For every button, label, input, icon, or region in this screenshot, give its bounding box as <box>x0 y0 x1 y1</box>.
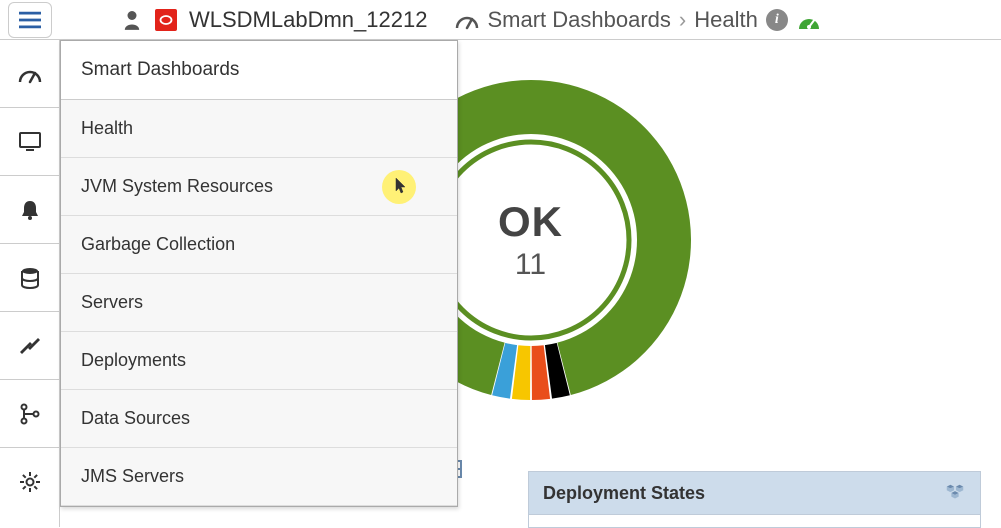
top-bar: WLSDMLabDmn_12212 Smart Dashboards › Hea… <box>0 0 1001 40</box>
rail-item-alerts[interactable] <box>0 176 59 244</box>
rail-item-monitor[interactable] <box>0 108 59 176</box>
tools-icon <box>18 334 42 358</box>
cubes-icon[interactable] <box>944 482 966 504</box>
info-icon[interactable]: i <box>766 9 788 31</box>
dashboard-icon <box>18 62 42 86</box>
icon-rail <box>0 40 60 527</box>
breadcrumb-section[interactable]: Smart Dashboards <box>487 7 670 33</box>
vendor-badge <box>155 9 177 31</box>
breadcrumb: Smart Dashboards › Health i <box>455 7 821 33</box>
donut-status-label: OK <box>498 198 563 246</box>
cursor-highlight <box>382 170 416 204</box>
breadcrumb-page[interactable]: Health <box>694 7 758 33</box>
branch-icon <box>18 402 42 426</box>
database-icon <box>18 266 42 290</box>
monitor-icon <box>18 130 42 154</box>
flyout-item-servers[interactable]: Servers <box>61 274 457 332</box>
gear-icon <box>18 470 42 494</box>
rail-item-data[interactable] <box>0 244 59 312</box>
rail-item-branch[interactable] <box>0 380 59 448</box>
menu-toggle-button[interactable] <box>8 2 52 38</box>
rail-item-tools[interactable] <box>0 312 59 380</box>
user-icon <box>123 10 141 30</box>
flyout-item-health[interactable]: Health <box>61 100 457 158</box>
dashboard-icon <box>455 10 479 30</box>
donut-status-count: 11 <box>498 248 563 282</box>
smart-dashboards-flyout: Smart Dashboards HealthJVM System Resour… <box>60 40 458 507</box>
bell-icon <box>18 198 42 222</box>
hamburger-icon <box>19 11 41 29</box>
breadcrumb-separator: › <box>679 7 686 33</box>
rail-item-dashboards[interactable] <box>0 40 59 108</box>
rail-item-settings[interactable] <box>0 448 59 516</box>
flyout-item-jms-servers[interactable]: JMS Servers <box>61 448 457 506</box>
deployment-states-panel: Deployment States <box>528 471 981 528</box>
health-gauge-icon <box>796 7 822 33</box>
flyout-item-deployments[interactable]: Deployments <box>61 332 457 390</box>
flyout-item-jvm-system-resources[interactable]: JVM System Resources <box>61 158 457 216</box>
panel-title: Deployment States <box>543 483 705 504</box>
flyout-title[interactable]: Smart Dashboards <box>61 41 457 100</box>
flyout-item-data-sources[interactable]: Data Sources <box>61 390 457 448</box>
domain-name[interactable]: WLSDMLabDmn_12212 <box>189 7 427 33</box>
flyout-item-garbage-collection[interactable]: Garbage Collection <box>61 216 457 274</box>
